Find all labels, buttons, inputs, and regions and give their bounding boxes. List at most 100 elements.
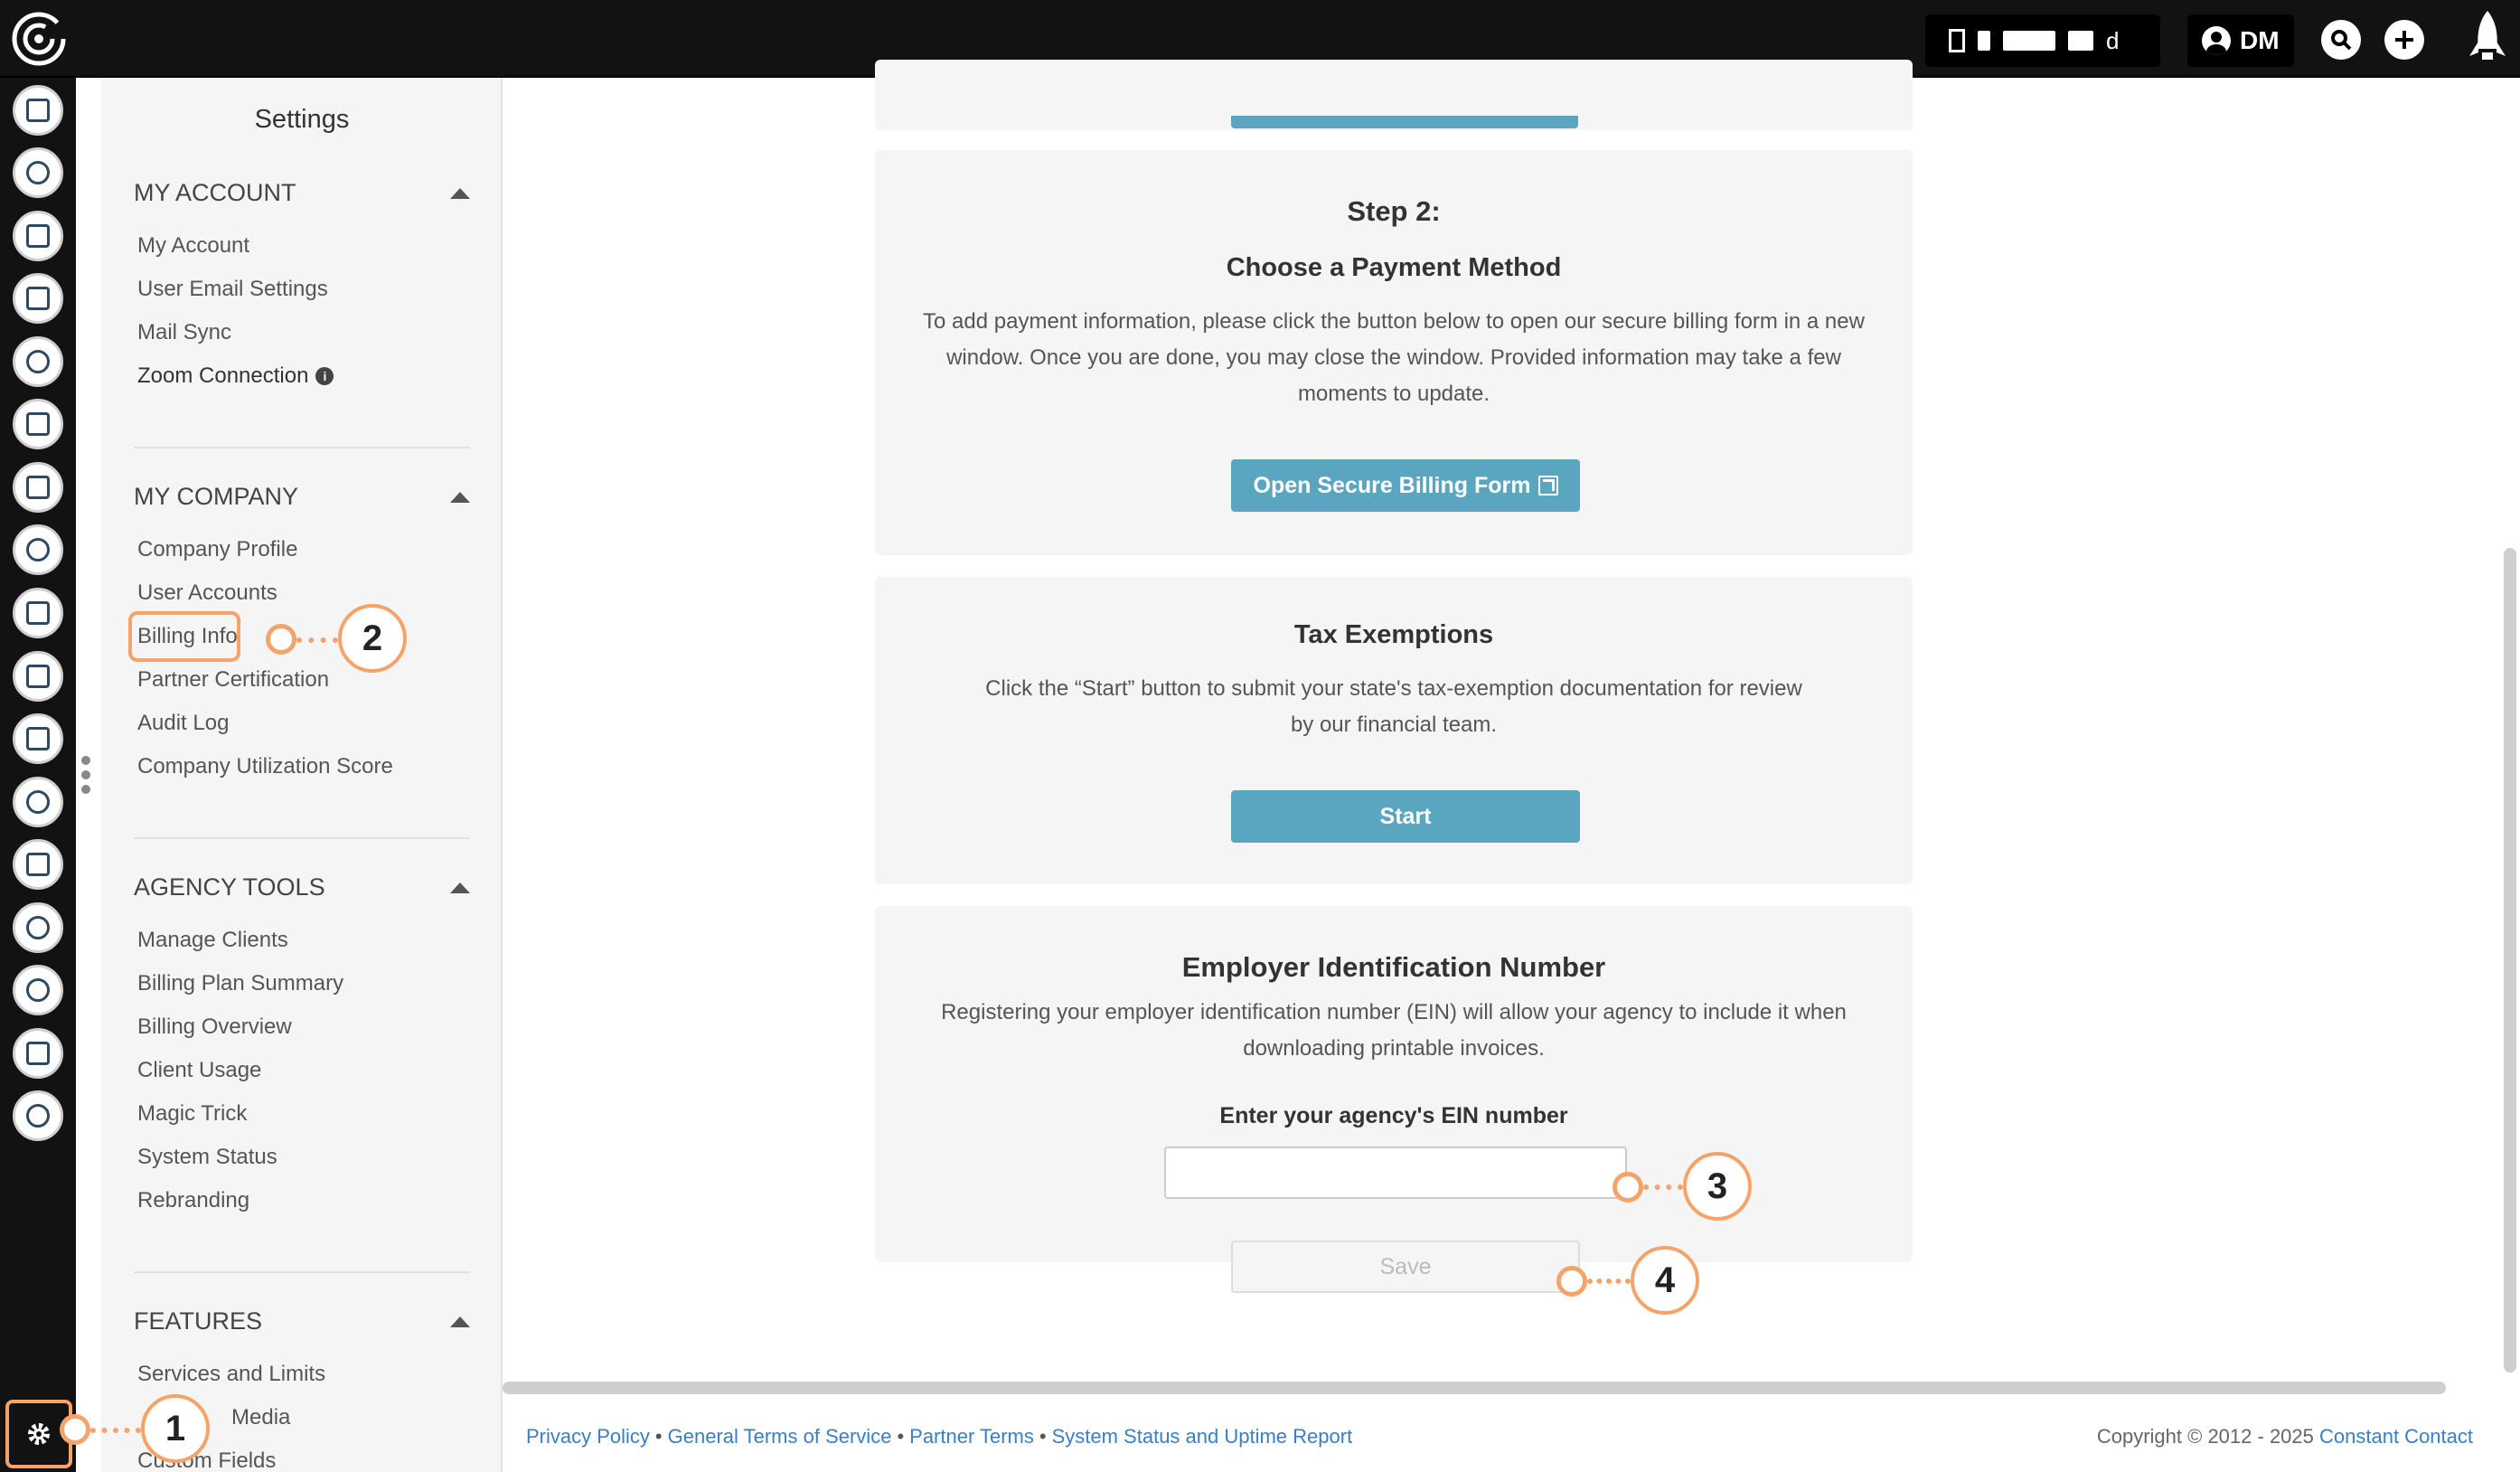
callout-1-line (90, 1428, 141, 1433)
app-navigation-rail (0, 78, 76, 1472)
tax-description: Click the “Start” button to submit your … (985, 676, 1802, 737)
section-title: MY COMPANY (134, 483, 299, 510)
add-icon[interactable] (2384, 20, 2424, 60)
menu-item-zoom-connection[interactable]: Zoom Connection i (137, 363, 334, 389)
menu-item-client-usage[interactable]: Client Usage (137, 1058, 261, 1083)
menu-item-partner-certification[interactable]: Partner Certification (137, 667, 329, 693)
divider (134, 837, 470, 839)
button-label: Open Secure Billing Form (1253, 472, 1531, 498)
user-star-icon[interactable] (13, 965, 63, 1015)
button-label: Start (1379, 803, 1432, 829)
copyright: Copyright © 2012 - 2025 Constant Contact (2097, 1425, 2473, 1448)
info-icon[interactable]: i (315, 367, 334, 385)
callout-4-line (1587, 1279, 1631, 1284)
building-icon (1949, 29, 1965, 52)
callout-3-badge: 3 (1683, 1152, 1752, 1221)
gear-icon (28, 1423, 50, 1445)
menu-item-company-utilization-score[interactable]: Company Utilization Score (137, 754, 393, 779)
collapse-caret-icon[interactable] (450, 882, 470, 893)
email-icon[interactable] (13, 147, 63, 198)
section-agency-tools[interactable]: AGENCY TOOLS (134, 873, 470, 901)
org-label: d (2106, 26, 2120, 54)
search-icon[interactable] (2321, 20, 2361, 60)
callout-4-anchor (1556, 1266, 1587, 1297)
main-content: Step 2: Choose a Payment Method To add p… (503, 60, 2513, 1472)
menu-item-billing-plan-summary[interactable]: Billing Plan Summary (137, 971, 343, 996)
menu-item-rebranding[interactable]: Rebranding (137, 1188, 249, 1213)
save-button[interactable]: Save (1231, 1241, 1580, 1293)
list-icon[interactable] (13, 399, 63, 449)
vertical-scrollbar[interactable] (2504, 548, 2516, 1373)
privacy-policy-link[interactable]: Privacy Policy (526, 1425, 650, 1448)
handshake-icon[interactable] (13, 777, 63, 827)
ein-card: Employer Identification Number Registeri… (875, 906, 1913, 1293)
ein-input[interactable] (1164, 1146, 1627, 1199)
menu-item-magic-trick[interactable]: Magic Trick (137, 1101, 247, 1127)
step1-button[interactable] (1231, 116, 1578, 128)
collapse-caret-icon[interactable] (450, 187, 470, 199)
callout-4-badge: 4 (1631, 1246, 1699, 1315)
callout-2-badge: 2 (338, 604, 407, 673)
analytics-icon[interactable] (13, 839, 63, 890)
ein-description: Registering your employer identification… (941, 1000, 1847, 1061)
clipboard-icon[interactable] (13, 211, 63, 261)
system-status-link[interactable]: System Status and Uptime Report (1052, 1425, 1353, 1448)
horizontal-scrollbar[interactable] (503, 1382, 2446, 1394)
constant-contact-logo[interactable] (9, 9, 69, 69)
organization-switcher[interactable]: d (1925, 14, 2160, 67)
terms-of-service-link[interactable]: General Terms of Service (668, 1425, 892, 1448)
settings-title: Settings (254, 105, 350, 134)
section-my-company[interactable]: MY COMPANY (134, 483, 470, 511)
image-icon[interactable] (13, 651, 63, 702)
menu-item-media[interactable]: Media (231, 1405, 290, 1430)
payment-method-card: Step 2: Choose a Payment Method To add p… (875, 150, 1913, 555)
workflow-icon[interactable] (13, 336, 63, 387)
start-button[interactable]: Start (1231, 790, 1580, 843)
calendar-icon[interactable] (13, 713, 63, 764)
menu-item-audit-log[interactable]: Audit Log (137, 711, 229, 736)
map-icon[interactable] (13, 273, 63, 324)
external-link-icon (1537, 476, 1558, 495)
constant-contact-link[interactable]: Constant Contact (2319, 1425, 2473, 1448)
menu-item-billing-overview[interactable]: Billing Overview (137, 1014, 292, 1040)
collapse-caret-icon[interactable] (450, 1316, 470, 1327)
section-title: MY ACCOUNT (134, 179, 296, 206)
thumbs-up-icon[interactable] (13, 588, 63, 638)
partner-terms-link[interactable]: Partner Terms (909, 1425, 1034, 1448)
callout-1-badge: 1 (141, 1394, 210, 1463)
menu-item-user-email-settings[interactable]: User Email Settings (137, 277, 328, 302)
section-title: AGENCY TOOLS (134, 873, 325, 901)
menu-item-manage-clients[interactable]: Manage Clients (137, 928, 288, 953)
chat-icon[interactable] (13, 524, 63, 575)
menu-item-services-and-limits[interactable]: Services and Limits (137, 1362, 325, 1387)
support-icon[interactable] (13, 902, 63, 953)
megaphone-icon[interactable] (13, 462, 63, 513)
menu-item-mail-sync[interactable]: Mail Sync (137, 320, 231, 345)
tax-exemptions-heading: Tax Exemptions (1293, 620, 1494, 649)
section-features[interactable]: FEATURES (134, 1307, 470, 1335)
callout-2-anchor (266, 624, 296, 655)
menu-item-system-status[interactable]: System Status (137, 1145, 277, 1170)
payment-method-heading: Choose a Payment Method (1226, 253, 1562, 282)
reports-icon[interactable] (13, 1028, 63, 1079)
avatar (2202, 26, 2231, 55)
rocket-icon[interactable] (2460, 5, 2515, 72)
divider (134, 1271, 470, 1273)
open-billing-form-button[interactable]: Open Secure Billing Form (1231, 459, 1580, 512)
plug-icon[interactable] (13, 1090, 63, 1141)
menu-item-company-profile[interactable]: Company Profile (137, 537, 297, 562)
callout-3-line (1643, 1184, 1683, 1190)
contacts-icon[interactable] (13, 85, 63, 136)
copyright-text: Copyright © 2012 - 2025 (2096, 1425, 2314, 1448)
sidebar-resize-handle[interactable] (81, 756, 90, 797)
tax-exemptions-card: Tax Exemptions Click the “Start” button … (875, 577, 1913, 884)
user-menu[interactable]: DM (2187, 14, 2294, 67)
menu-item-user-accounts[interactable]: User Accounts (137, 580, 277, 606)
step-heading: Step 2: (1347, 195, 1441, 227)
collapse-caret-icon[interactable] (450, 491, 470, 503)
menu-item-my-account[interactable]: My Account (137, 233, 249, 259)
footer-links: Privacy Policy • General Terms of Service •… (526, 1425, 1353, 1448)
settings-sidebar: Settings MY ACCOUNT My Account User Emai… (101, 78, 503, 1472)
section-my-account[interactable]: MY ACCOUNT (134, 179, 470, 207)
callout-3-anchor (1613, 1172, 1643, 1203)
